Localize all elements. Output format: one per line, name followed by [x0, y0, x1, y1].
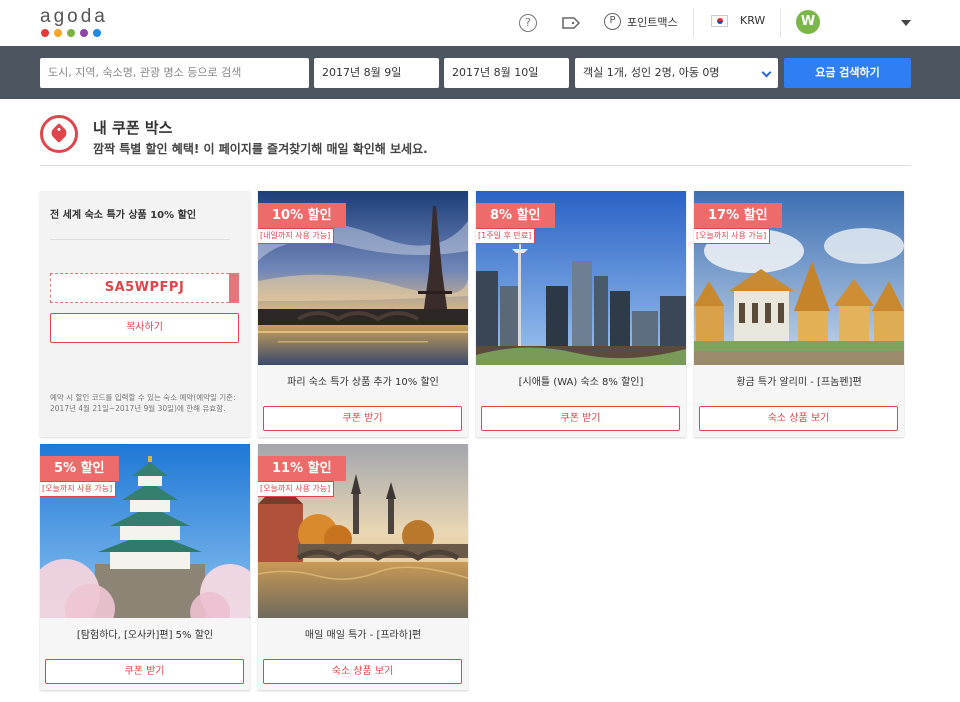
pointsmax-link[interactable]: P 포인트맥스: [604, 13, 678, 30]
deal-title: [시애틀 (WA) 숙소 8% 할인]: [518, 377, 644, 388]
checkin-date-field[interactable]: 2017년 8월 9일: [314, 58, 439, 88]
deal-card-paris[interactable]: 10% 할인 [내일까지 사용 가능] 파리 숙소 특가 상품 추가 10% 할…: [258, 191, 468, 437]
discount-expiry: [1주일 후 만료]: [476, 228, 536, 244]
account-menu-caret-icon[interactable]: [901, 20, 911, 26]
header-divider: [693, 8, 694, 38]
view-deals-button[interactable]: 숙소 상품 보기: [263, 659, 462, 684]
checkout-date-field[interactable]: 2017년 8월 10일: [444, 58, 569, 88]
coupon-tag-icon: [40, 115, 78, 153]
logo-dots: [41, 29, 108, 37]
guests-value: 객실 1개, 성인 2명, 아동 0명: [583, 66, 720, 79]
logo-dot: [41, 29, 49, 37]
logo-dot: [54, 29, 62, 37]
page-subtitle: 깜짝 특별 할인 혜택! 이 페이지를 즐겨찾기해 매일 확인해 보세요.: [93, 142, 428, 156]
view-deals-button[interactable]: 숙소 상품 보기: [699, 406, 898, 431]
discount-badge: 11% 할인 [오늘까지 사용 가능]: [258, 456, 346, 497]
get-coupon-button[interactable]: 쿠폰 받기: [263, 406, 462, 431]
promo-code-tab: [229, 273, 239, 303]
deal-card-phnom-penh[interactable]: 17% 할인 [오늘까지 사용 가능] 황금 특가 알리미 - [프놈펜]편 숙…: [694, 191, 904, 437]
page-title: 내 쿠폰 박스: [93, 119, 173, 137]
pointsmax-icon: P: [604, 13, 621, 30]
promo-title: 전 세계 숙소 특가 상품 10% 할인: [50, 210, 197, 221]
help-icon[interactable]: ?: [519, 14, 537, 32]
logo-dot: [80, 29, 88, 37]
discount-expiry: [내일까지 사용 가능]: [258, 228, 335, 244]
korea-flag-icon: [711, 14, 728, 27]
discount-percent: 11% 할인: [258, 456, 346, 481]
discount-percent: 17% 할인: [694, 203, 782, 228]
agoda-logo[interactable]: agoda: [40, 6, 108, 37]
discount-expiry: [오늘까지 사용 가능]: [694, 228, 771, 244]
pointsmax-label: 포인트맥스: [627, 15, 678, 29]
discount-percent: 8% 할인: [476, 203, 555, 228]
promo-code[interactable]: SA5WPFPJ: [50, 273, 239, 303]
top-header: agoda ? P 포인트맥스 KRW W: [0, 0, 960, 46]
logo-dot: [93, 29, 101, 37]
message-icon[interactable]: [561, 14, 581, 32]
deal-title: 매일 매일 특가 - [프라하]편: [304, 630, 422, 641]
logo-text: agoda: [40, 6, 108, 27]
destination-search-input[interactable]: 도시, 지역, 숙소명, 관광 명소 등으로 검색: [40, 58, 309, 88]
deal-title: [탐험하다, [오사카]편] 5% 할인: [76, 630, 214, 641]
promo-code-card: 전 세계 숙소 특가 상품 10% 할인 SA5WPFPJ 복사하기 예약 시 …: [40, 191, 250, 437]
logo-dot: [67, 29, 75, 37]
deal-title: 파리 숙소 특가 상품 추가 10% 할인: [287, 377, 439, 388]
discount-expiry: [오늘까지 사용 가능]: [258, 481, 335, 497]
deal-title: 황금 특가 알리미 - [프놈펜]편: [736, 377, 862, 388]
discount-percent: 5% 할인: [40, 456, 119, 481]
deal-card-osaka[interactable]: 5% 할인 [오늘까지 사용 가능] [탐험하다, [오사카]편] 5% 할인 …: [40, 444, 250, 690]
chevron-down-icon: [761, 67, 772, 78]
guests-select[interactable]: 객실 1개, 성인 2명, 아동 0명: [575, 58, 778, 88]
discount-percent: 10% 할인: [258, 203, 346, 228]
currency-selector[interactable]: KRW: [711, 14, 765, 27]
promo-divider: [50, 239, 230, 240]
discount-badge: 10% 할인 [내일까지 사용 가능]: [258, 203, 346, 244]
deal-card-prague[interactable]: 11% 할인 [오늘까지 사용 가능] 매일 매일 특가 - [프라하]편 숙소…: [258, 444, 468, 690]
promo-note: 예약 시 할인 코드를 입력할 수 있는 숙소 예약(예약일 기준: 2017년…: [50, 393, 236, 413]
discount-badge: 17% 할인 [오늘까지 사용 가능]: [694, 203, 782, 244]
deal-card-seattle[interactable]: 8% 할인 [1주일 후 만료] [시애틀 (WA) 숙소 8% 할인] 쿠폰 …: [476, 191, 686, 437]
get-coupon-button[interactable]: 쿠폰 받기: [481, 406, 680, 431]
discount-badge: 5% 할인 [오늘까지 사용 가능]: [40, 456, 119, 497]
search-bar: 도시, 지역, 숙소명, 관광 명소 등으로 검색 2017년 8월 9일 20…: [0, 46, 960, 99]
copy-code-button[interactable]: 복사하기: [50, 313, 239, 343]
discount-expiry: [오늘까지 사용 가능]: [40, 481, 117, 497]
discount-badge: 8% 할인 [1주일 후 만료]: [476, 203, 555, 244]
currency-label: KRW: [740, 14, 766, 27]
get-coupon-button[interactable]: 쿠폰 받기: [45, 659, 244, 684]
search-button[interactable]: 요금 검색하기: [784, 58, 911, 88]
header-divider: [780, 8, 781, 38]
avatar[interactable]: W: [796, 10, 820, 34]
title-divider: [40, 165, 911, 166]
